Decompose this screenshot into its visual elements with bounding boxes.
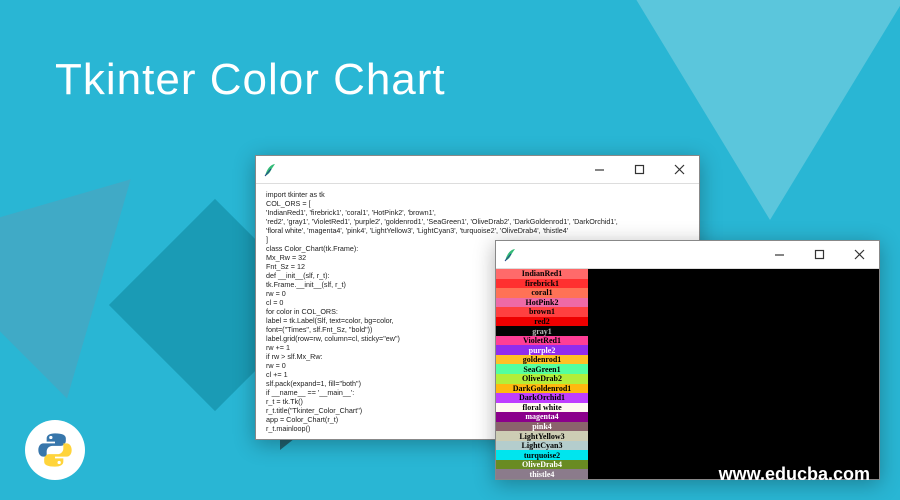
color-swatch: VioletRed1 [496, 336, 588, 346]
tk-feather-icon [262, 162, 278, 178]
tk-feather-icon [502, 247, 518, 263]
maximize-button[interactable] [619, 156, 659, 184]
color-chart-window: IndianRed1firebrick1coral1HotPink2brown1… [495, 240, 880, 480]
color-swatch: gray1 [496, 326, 588, 336]
maximize-button[interactable] [799, 241, 839, 269]
page-title: Tkinter Color Chart [55, 55, 446, 105]
minimize-button[interactable] [579, 156, 619, 184]
color-swatch: DarkOrchid1 [496, 393, 588, 403]
window-controls [759, 241, 879, 269]
color-swatch: goldenrod1 [496, 355, 588, 365]
color-swatch: LightCyan3 [496, 441, 588, 451]
window-titlebar[interactable] [256, 156, 699, 184]
color-chart-body: IndianRed1firebrick1coral1HotPink2brown1… [496, 269, 879, 479]
color-swatch: OliveDrab2 [496, 374, 588, 384]
color-swatch: SeaGreen1 [496, 364, 588, 374]
close-button[interactable] [659, 156, 699, 184]
color-swatch: thistle4 [496, 469, 588, 479]
color-swatch: brown1 [496, 307, 588, 317]
window-titlebar[interactable] [496, 241, 879, 269]
window-controls [579, 156, 699, 184]
color-swatch: IndianRed1 [496, 269, 588, 279]
color-swatch: red2 [496, 317, 588, 327]
python-logo-icon [25, 420, 85, 480]
color-swatch: LightYellow3 [496, 431, 588, 441]
color-swatch: firebrick1 [496, 279, 588, 289]
color-swatch: coral1 [496, 288, 588, 298]
color-swatch: DarkGoldenrod1 [496, 384, 588, 394]
color-swatch: OliveDrab4 [496, 460, 588, 470]
color-swatch: floral white [496, 403, 588, 413]
color-swatch: turquoise2 [496, 450, 588, 460]
color-swatch: magenta4 [496, 412, 588, 422]
color-swatch-column: IndianRed1firebrick1coral1HotPink2brown1… [496, 269, 588, 479]
color-swatch: pink4 [496, 422, 588, 432]
color-chart-blank-area [588, 269, 879, 479]
minimize-button[interactable] [759, 241, 799, 269]
footer-url: www.educba.com [719, 464, 870, 485]
color-swatch: purple2 [496, 345, 588, 355]
close-button[interactable] [839, 241, 879, 269]
color-swatch: HotPink2 [496, 298, 588, 308]
